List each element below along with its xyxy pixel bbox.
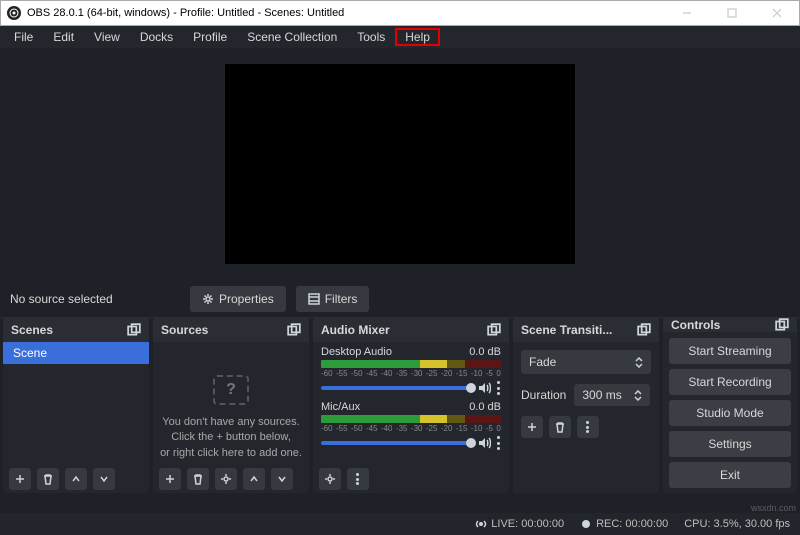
source-down-button[interactable] [271, 468, 293, 490]
status-bar: LIVE: 00:00:00 REC: 00:00:00 CPU: 3.5%, … [0, 513, 800, 535]
minimize-button[interactable] [664, 1, 709, 25]
scene-add-button[interactable] [9, 468, 31, 490]
scenes-dock: Scenes Scene [3, 318, 149, 493]
app-logo-icon [7, 6, 21, 20]
maximize-button[interactable] [709, 1, 754, 25]
menu-view[interactable]: View [84, 28, 130, 46]
menu-scene-collection[interactable]: Scene Collection [237, 28, 347, 46]
source-settings-button[interactable] [215, 468, 237, 490]
mixer-channel: Mic/Aux 0.0 dB -60-55-50-45-40-35-30-25-2… [313, 397, 509, 452]
scene-item[interactable]: Scene [3, 342, 149, 364]
source-add-button[interactable] [159, 468, 181, 490]
menu-file[interactable]: File [4, 28, 43, 46]
scenes-title: Scenes [11, 323, 53, 337]
mixer-title: Audio Mixer [321, 323, 390, 337]
trash-icon [42, 473, 54, 485]
channel-level: 0.0 dB [469, 346, 501, 358]
transition-select[interactable]: Fade [521, 350, 651, 374]
scene-down-button[interactable] [93, 468, 115, 490]
controls-dock: Controls Start Streaming Start Recording… [663, 318, 797, 493]
window-titlebar: OBS 28.0.1 (64-bit, windows) - Profile: … [0, 0, 800, 26]
controls-title: Controls [671, 318, 720, 332]
transition-selected: Fade [529, 355, 556, 369]
meter-ticks: -60-55-50-45-40-35-30-25-20-15-10-50 [321, 369, 501, 378]
record-icon [580, 518, 592, 530]
properties-label: Properties [219, 292, 274, 306]
sources-title: Sources [161, 323, 208, 337]
popout-icon[interactable] [287, 323, 301, 337]
start-streaming-button[interactable]: Start Streaming [669, 338, 791, 364]
filters-button[interactable]: Filters [296, 286, 370, 312]
popout-icon[interactable] [637, 323, 651, 337]
menu-help[interactable]: Help [395, 28, 440, 46]
no-source-label: No source selected [10, 292, 180, 306]
menu-docks[interactable]: Docks [130, 28, 183, 46]
settings-button[interactable]: Settings [669, 431, 791, 457]
transition-add-button[interactable] [521, 416, 543, 438]
preview-area [0, 48, 800, 280]
updown-icon [634, 390, 642, 401]
channel-level: 0.0 dB [469, 401, 501, 413]
context-bar: No source selected Properties Filters [0, 280, 800, 318]
gear-icon [220, 473, 232, 485]
scene-remove-button[interactable] [37, 468, 59, 490]
menubar: File Edit View Docks Profile Scene Colle… [0, 26, 800, 48]
properties-button[interactable]: Properties [190, 286, 286, 312]
studio-mode-button[interactable]: Studio Mode [669, 400, 791, 426]
popout-icon[interactable] [775, 318, 789, 332]
gear-icon [202, 293, 214, 305]
volume-slider[interactable] [321, 441, 471, 445]
mixer-channel: Desktop Audio 0.0 dB -60-55-50-45-40-35-3… [313, 342, 509, 397]
preview-canvas[interactable] [225, 64, 575, 264]
transitions-title: Scene Transiti... [521, 323, 612, 337]
channel-name: Desktop Audio [321, 346, 392, 358]
watermark: wsxdn.com [751, 503, 796, 513]
channel-menu-icon[interactable] [497, 436, 501, 450]
status-rec: REC: 00:00:00 [596, 518, 668, 530]
volume-meter [321, 415, 501, 423]
mixer-menu-button[interactable] [347, 468, 369, 490]
popout-icon[interactable] [127, 323, 141, 337]
popout-icon[interactable] [487, 323, 501, 337]
status-cpu: CPU: 3.5%, 30.00 fps [684, 518, 790, 530]
speaker-icon[interactable] [477, 381, 491, 395]
scene-up-button[interactable] [65, 468, 87, 490]
status-live: LIVE: 00:00:00 [491, 518, 564, 530]
transitions-dock: Scene Transiti... Fade Duration 300 ms [513, 318, 659, 493]
duration-value: 300 ms [582, 388, 621, 402]
channel-menu-icon[interactable] [497, 381, 501, 395]
volume-slider[interactable] [321, 386, 471, 390]
volume-meter [321, 360, 501, 368]
sources-empty-line2: Click the + button below, [171, 430, 291, 445]
speaker-icon[interactable] [477, 436, 491, 450]
sources-placeholder-icon: ? [213, 375, 249, 405]
window-title: OBS 28.0.1 (64-bit, windows) - Profile: … [27, 7, 344, 19]
sources-empty-state[interactable]: ? You don't have any sources. Click the … [153, 342, 309, 465]
sources-dock: Sources ? You don't have any sources. Cl… [153, 318, 309, 493]
audio-mixer-dock: Audio Mixer Desktop Audio 0.0 dB -60-55-5… [313, 318, 509, 493]
sources-empty-line3: or right click here to add one. [160, 446, 302, 461]
broadcast-icon [475, 518, 487, 530]
exit-button[interactable]: Exit [669, 462, 791, 488]
close-button[interactable] [754, 1, 799, 25]
channel-name: Mic/Aux [321, 401, 360, 413]
filters-label: Filters [325, 292, 358, 306]
menu-tools[interactable]: Tools [347, 28, 395, 46]
source-up-button[interactable] [243, 468, 265, 490]
sources-empty-line1: You don't have any sources. [162, 415, 299, 430]
mixer-settings-button[interactable] [319, 468, 341, 490]
duration-input[interactable]: 300 ms [574, 384, 650, 406]
source-remove-button[interactable] [187, 468, 209, 490]
menu-profile[interactable]: Profile [183, 28, 237, 46]
start-recording-button[interactable]: Start Recording [669, 369, 791, 395]
updown-icon [635, 357, 643, 368]
menu-edit[interactable]: Edit [43, 28, 84, 46]
duration-label: Duration [521, 388, 566, 402]
filters-icon [308, 293, 320, 305]
transition-menu-button[interactable] [577, 416, 599, 438]
meter-ticks: -60-55-50-45-40-35-30-25-20-15-10-50 [321, 424, 501, 433]
transition-remove-button[interactable] [549, 416, 571, 438]
